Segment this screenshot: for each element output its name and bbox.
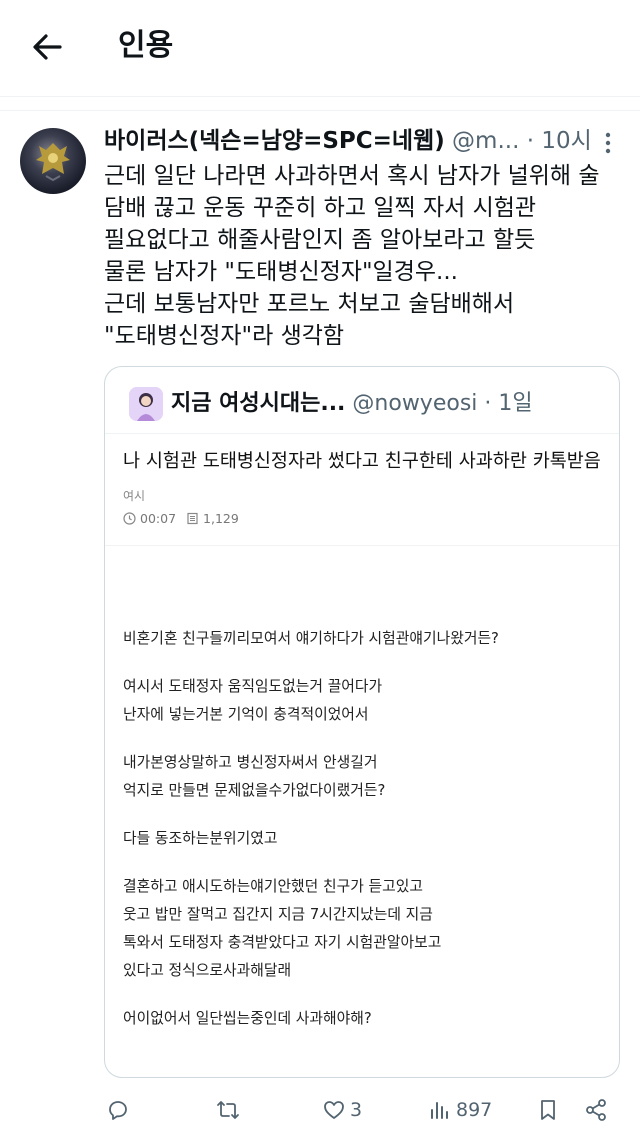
tweet-line: 필요없다고 해줄사람인지 좀 알아보라고 할듯	[104, 227, 536, 253]
author-handle[interactable]: @m...	[445, 128, 519, 154]
document-icon	[187, 512, 198, 525]
tweet-time[interactable]: · 10시	[519, 128, 592, 154]
clock-icon	[123, 512, 136, 525]
post-line: 비혼기혼 친구들끼리모여서 얘기하다가 시험관얘기나왔거든?	[123, 630, 499, 647]
section-divider	[0, 110, 640, 111]
post-paragraph: 여시서 도태정자 움직임도없는거 끌어다가 난자에 넣는거본 기억이 충격적이었…	[123, 673, 603, 729]
share-icon	[586, 1099, 606, 1121]
bookmark-icon	[541, 1100, 555, 1120]
avatar-figure-icon	[36, 143, 70, 182]
post-line: 여시서 도태정자 움직임도없는거 끌어다가	[123, 678, 383, 695]
post-line: 있다고 정식으로사과해달래	[123, 962, 292, 979]
quoted-author-avatar[interactable]	[129, 387, 163, 421]
quoted-author-handle[interactable]: @nowyeosi · 1일	[345, 391, 532, 416]
tweet-line: "도태병신정자"라 생각함	[104, 323, 345, 349]
reply-icon	[109, 1101, 127, 1120]
bookmark-button[interactable]	[536, 1092, 560, 1128]
post-line: 톡와서 도태정자 충격받았다고 자기 시험관알아보고	[123, 934, 442, 951]
post-view-count: 1,129	[203, 510, 239, 526]
post-body: 비혼기혼 친구들끼리모여서 얘기하다가 시험관얘기나왔거든? 여시서 도태정자 …	[123, 625, 603, 1053]
tweet-line: 근데 보통남자만 포르노 처보고 술담배해서	[104, 291, 515, 317]
tweet-action-bar: 3 897	[0, 1092, 640, 1128]
post-line: 어이없어서 일단씹는중인데 사과해야해?	[123, 1010, 372, 1027]
retweet-icon	[217, 1101, 239, 1119]
tweet-line: 근데 일단 나라면 사과하면서 혹시 남자가 널위해 술	[104, 163, 600, 189]
post-paragraph: 다들 동조하는분위기였고	[123, 825, 603, 853]
like-button[interactable]: 3	[322, 1092, 362, 1128]
post-source: 여시	[123, 489, 146, 503]
page-title: 인용	[118, 28, 174, 63]
post-title: 나 시험관 도태병신정자라 썼다고 친구한테 사과하란 카톡받음	[123, 451, 601, 472]
post-line: 결혼하고 애시도하는얘기안했던 친구가 듣고있고	[123, 878, 423, 895]
post-paragraph: 결혼하고 애시도하는얘기안했던 친구가 듣고있고 웃고 밥만 잘먹고 집간지 지…	[123, 873, 603, 985]
tweet-line: 물론 남자가 "도태병신정자"일경우...	[104, 259, 458, 285]
post-line: 다들 동조하는분위기였고	[123, 830, 278, 847]
retweet-button[interactable]	[216, 1092, 240, 1128]
post-line: 내가본영상말하고 병신정자써서 안생길거	[123, 754, 378, 771]
heart-icon	[324, 1101, 344, 1119]
post-meta: 00:07 1,129	[123, 509, 239, 528]
back-arrow-icon[interactable]	[30, 30, 64, 64]
post-line: 억지로 만들면 문제없을수가없다이랬거든?	[123, 782, 386, 799]
tweet-text: 근데 일단 나라면 사과하면서 혹시 남자가 널위해 술 담배 끊고 운동 꾸준…	[104, 160, 624, 352]
reply-button[interactable]	[106, 1092, 130, 1128]
post-line: 웃고 밥만 잘먹고 집간지 지금 7시간지났는데 지금	[123, 906, 433, 923]
author-avatar[interactable]	[20, 128, 86, 194]
share-button[interactable]	[584, 1092, 608, 1128]
like-count: 3	[350, 1099, 363, 1121]
view-count: 897	[456, 1099, 493, 1121]
views-button[interactable]: 897	[428, 1092, 492, 1128]
author-name[interactable]: 바이러스(넥슨=남양=SPC=네웹)	[104, 128, 445, 154]
quoted-tweet-card[interactable]: 지금 여성시대는... @nowyeosi · 1일 나 시험관 도태병신정자라…	[104, 366, 620, 1078]
post-divider	[105, 545, 619, 546]
more-vertical-icon[interactable]	[598, 130, 618, 156]
post-time: 00:07	[140, 510, 177, 526]
header-divider	[0, 96, 640, 97]
post-paragraph: 어이없어서 일단씹는중인데 사과해야해?	[123, 1005, 603, 1033]
quoted-divider	[105, 433, 619, 434]
top-app-bar: 인용	[0, 0, 640, 96]
post-paragraph: 비혼기혼 친구들끼리모여서 얘기하다가 시험관얘기나왔거든?	[123, 625, 603, 653]
tweet-line: 담배 끊고 운동 꾸준히 하고 일찍 자서 시험관	[104, 195, 537, 221]
post-line: 난자에 넣는거본 기억이 충격적이었어서	[123, 706, 369, 723]
post-paragraph: 내가본영상말하고 병신정자써서 안생길거 억지로 만들면 문제없을수가없다이랬거…	[123, 749, 603, 805]
views-icon	[431, 1102, 448, 1119]
tweet-author-line: 바이러스(넥슨=남양=SPC=네웹) @m... · 10시	[104, 124, 604, 158]
quoted-author-line: 지금 여성시대는... @nowyeosi · 1일	[171, 387, 533, 421]
quoted-author-name[interactable]: 지금 여성시대는...	[171, 391, 345, 416]
quoted-avatar-figure-icon	[129, 387, 163, 421]
